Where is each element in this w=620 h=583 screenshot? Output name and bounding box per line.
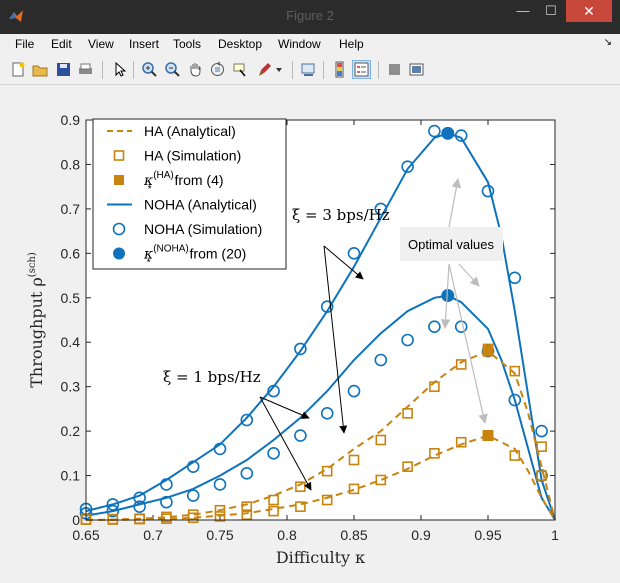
figure-toolbar: [0, 56, 620, 85]
show-plot-tools-icon[interactable]: [408, 61, 425, 78]
pointer-icon[interactable]: [111, 61, 128, 78]
menu-file[interactable]: File: [15, 37, 34, 51]
brush-icon[interactable]: [256, 61, 273, 78]
minimize-button[interactable]: —: [509, 0, 537, 22]
pan-hand-icon[interactable]: [187, 61, 204, 78]
x-tick-label: 0.75: [206, 527, 233, 543]
x-tick-label: 0.8: [277, 527, 297, 543]
y-tick-label: 0.8: [61, 156, 81, 172]
x-tick-label: 0.95: [474, 527, 501, 543]
optimal-values-annotation: Optimal values: [408, 237, 494, 252]
new-figure-icon[interactable]: [10, 61, 27, 78]
open-file-icon[interactable]: [32, 61, 49, 78]
zoom-out-icon[interactable]: [164, 61, 181, 78]
x-tick-label: 0.85: [340, 527, 367, 543]
x-tick-label: 1: [551, 527, 559, 543]
y-tick-label: 0.9: [61, 112, 81, 128]
y-tick-label: 0.7: [61, 201, 81, 217]
figure-window: Figure 2 — ☐ ✕ File Edit View Insert Too…: [0, 0, 620, 583]
colorbar-icon[interactable]: [331, 61, 348, 78]
legend-entry-label: NOHA (Analytical): [144, 197, 257, 213]
data-cursor-icon[interactable]: [232, 61, 249, 78]
x-axis-label: Difficulty κ: [276, 548, 365, 567]
menu-bar: File Edit View Insert Tools Desktop Wind…: [0, 34, 620, 54]
menu-help[interactable]: Help: [339, 37, 364, 51]
zoom-in-icon[interactable]: [141, 61, 158, 78]
save-icon[interactable]: [55, 61, 72, 78]
y-tick-label: 0.2: [61, 423, 81, 439]
y-tick-label: 0: [72, 512, 80, 528]
legend-entry-label: HA (Analytical): [144, 123, 236, 139]
xi3-annotation: ξ = 3 bps/Hz: [292, 206, 390, 224]
plot-svg: 0.65 0.7 0.75 0.8 0.85 0.9 0.95 1 0 0.1 0.2 0.3 0.4 0…: [27, 112, 559, 567]
legend-entry-label: HA (Simulation): [144, 148, 241, 164]
x-tick-label: 0.9: [411, 527, 431, 543]
toolbar-separator: [378, 61, 379, 79]
rotate-3d-icon[interactable]: [209, 61, 226, 78]
legend: HA (Analytical)HA (Simulation)κ(HA) * fro…: [92, 118, 287, 270]
toolbar-separator: [133, 61, 134, 79]
noha-optimal-point: [441, 126, 455, 140]
figure-canvas: 0.65 0.7 0.75 0.8 0.85 0.9 0.95 1 0 0.1 0.2 0.3 0.4 0…: [8, 86, 612, 575]
menu-view[interactable]: View: [88, 37, 114, 51]
y-tick-label: 0.5: [61, 290, 81, 306]
y-tick-label: 0.3: [61, 379, 81, 395]
x-tick-label: 0.7: [143, 527, 163, 543]
y-axis-label: Throughput ρ(sch): [27, 252, 46, 388]
link-plot-icon[interactable]: [300, 61, 317, 78]
close-button[interactable]: ✕: [566, 0, 612, 22]
toolbar-separator: [292, 61, 293, 79]
ha-optimal-point: [482, 430, 494, 442]
brush-dropdown-icon[interactable]: [274, 61, 284, 78]
legend-icon[interactable]: [352, 60, 371, 79]
xi1-annotation: ξ = 1 bps/Hz: [163, 368, 261, 386]
y-tick-label: 0.6: [61, 245, 81, 261]
menu-window[interactable]: Window: [278, 37, 321, 51]
menu-desktop[interactable]: Desktop: [218, 37, 262, 51]
y-tick-label: 0.4: [61, 334, 81, 350]
y-tick-label: 0.1: [61, 468, 81, 484]
toolbar-separator: [323, 61, 324, 79]
print-icon[interactable]: [77, 61, 94, 78]
legend-ha-filled-square-swatch: [114, 175, 124, 185]
title-bar: Figure 2 — ☐ ✕: [0, 0, 620, 34]
legend-entry-label: NOHA (Simulation): [144, 221, 262, 237]
menu-tools[interactable]: Tools: [173, 37, 201, 51]
hide-plot-tools-icon[interactable]: [386, 61, 403, 78]
legend-noha-filled-circle-swatch: [113, 247, 125, 260]
menu-edit[interactable]: Edit: [51, 37, 72, 51]
x-tick-label: 0.65: [72, 527, 99, 543]
maximize-button[interactable]: ☐: [537, 0, 565, 22]
menu-insert[interactable]: Insert: [129, 37, 159, 51]
menu-overflow-icon[interactable]: ↘: [604, 37, 612, 48]
ha-optimal-point: [482, 345, 494, 357]
toolbar-separator: [102, 61, 103, 79]
